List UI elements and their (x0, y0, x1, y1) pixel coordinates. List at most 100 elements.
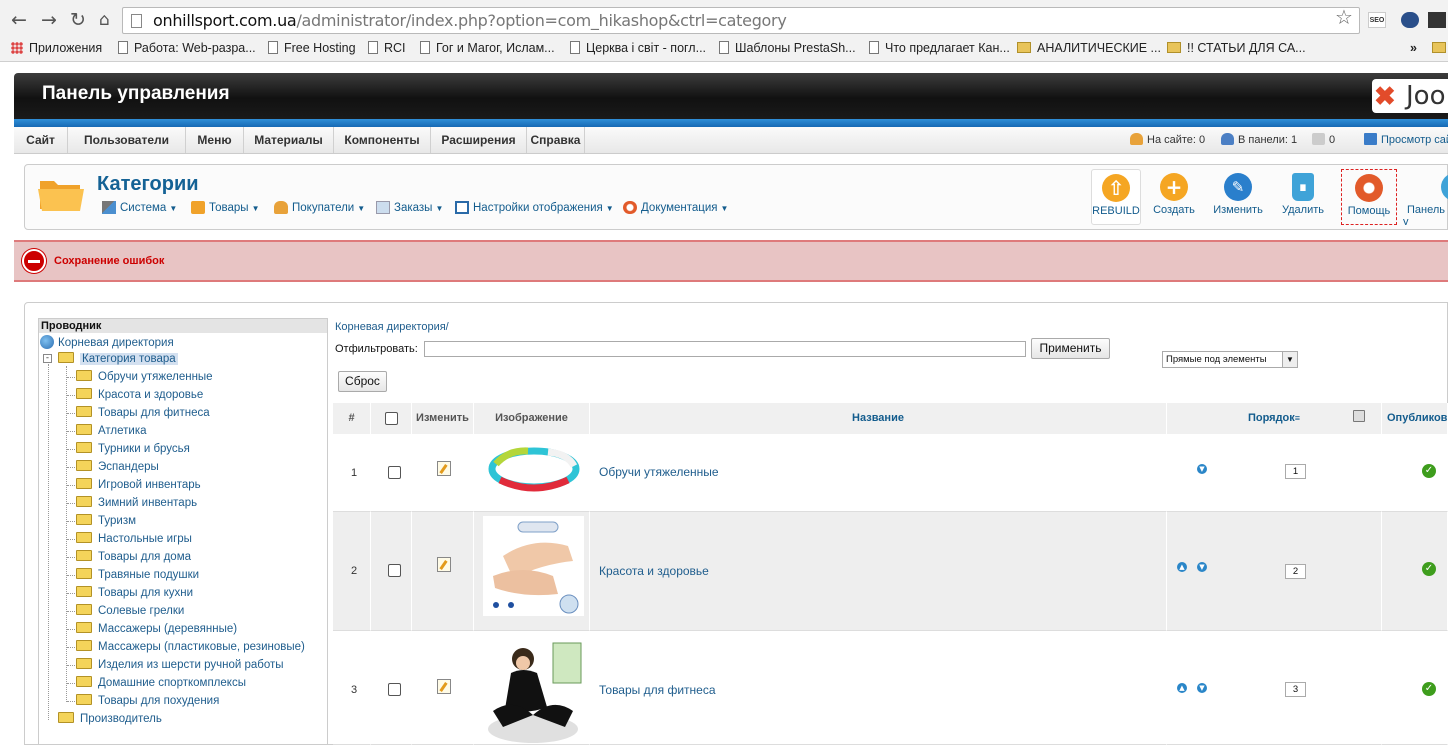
hoop-image[interactable] (488, 444, 580, 494)
tree-node-manufacturer[interactable]: Производитель (58, 712, 162, 726)
extension-icon-2[interactable] (1428, 12, 1446, 28)
menu-menus[interactable]: Меню (186, 127, 244, 153)
scope-select[interactable]: Прямые под элементы ▼ (1162, 351, 1298, 368)
submenu-system[interactable]: Система ▼ (102, 201, 177, 214)
submenu-products[interactable]: Товары ▼ (191, 201, 259, 214)
tree-node-subcategory[interactable]: Изделия из шерсти ручной работы (76, 658, 284, 672)
submenu-customers[interactable]: Покупатели ▼ (274, 201, 365, 214)
bookmark-item[interactable]: Работа: Web-разра... (118, 40, 256, 56)
tree-node-subcategory[interactable]: Зимний инвентарь (76, 496, 197, 510)
edit-icon[interactable] (437, 557, 451, 572)
help-button[interactable]: Помощь (1341, 169, 1397, 225)
tree-root[interactable]: Корневая директория (40, 335, 174, 350)
messages-count[interactable]: 0 (1312, 133, 1335, 146)
tree-node-subcategory[interactable]: Травяные подушки (76, 568, 199, 582)
move-down-icon[interactable]: ▼ (1197, 683, 1207, 693)
move-up-icon[interactable]: ▲ (1177, 562, 1187, 572)
tree-node-subcategory[interactable]: Товары для похудения (76, 694, 219, 708)
reload-icon[interactable]: ↻ (70, 9, 86, 31)
published-check-icon[interactable]: ✓ (1422, 562, 1436, 576)
tree-node-subcategory[interactable]: Массажеры (деревянные) (76, 622, 237, 636)
menu-help[interactable]: Справка (527, 127, 585, 153)
order-input[interactable]: 2 (1285, 564, 1306, 579)
save-order-icon[interactable] (1353, 410, 1365, 422)
fitness-image[interactable] (483, 637, 584, 743)
col-name[interactable]: Название (590, 403, 1167, 434)
tree-node-subcategory[interactable]: Товары для дома (76, 550, 191, 564)
breadcrumb[interactable]: Корневая директория/ (335, 321, 449, 333)
tree-node-subcategory[interactable]: Товары для кухни (76, 586, 193, 600)
published-check-icon[interactable]: ✓ (1422, 682, 1436, 696)
submenu-display[interactable]: Настройки отображения ▼ (455, 201, 614, 214)
menu-extensions[interactable]: Расширения (431, 127, 527, 153)
rebuild-button[interactable]: ⇧ REBUILD (1091, 169, 1141, 225)
pedi-pistol-image[interactable] (483, 516, 584, 616)
bookmark-item[interactable]: RCI (368, 40, 406, 56)
menu-site[interactable]: Сайт (14, 127, 68, 153)
bookmark-folder[interactable]: АНАЛИТИЧЕСКИЕ ... (1017, 40, 1161, 56)
bookmark-apps[interactable]: Приложения (11, 40, 102, 56)
menu-components[interactable]: Компоненты (334, 127, 431, 153)
select-all-checkbox[interactable] (385, 412, 398, 425)
menu-content[interactable]: Материалы (244, 127, 334, 153)
reset-button[interactable]: Сброс (338, 371, 387, 392)
tree-node-subcategory[interactable]: Атлетика (76, 424, 147, 438)
view-site-link[interactable]: Просмотр сайта (1364, 133, 1448, 146)
tree-node-subcategory[interactable]: Турники и брусья (76, 442, 190, 456)
row-name-link[interactable]: Красота и здоровье (599, 564, 709, 578)
bookmark-folder[interactable] (1432, 40, 1448, 56)
row-checkbox[interactable] (388, 564, 401, 577)
panel-button[interactable]: Панель у (1403, 169, 1448, 225)
tree-node-subcategory[interactable]: Игровой инвентарь (76, 478, 201, 492)
edit-icon[interactable] (437, 679, 451, 694)
edit-button[interactable]: ✎ Изменить (1207, 169, 1269, 225)
published-check-icon[interactable]: ✓ (1422, 464, 1436, 478)
bookmark-folder[interactable]: !! СТАТЬИ ДЛЯ СА... (1167, 40, 1306, 56)
col-published[interactable]: Опубликов (1382, 403, 1448, 434)
back-icon[interactable]: ← (11, 9, 27, 31)
tree-node-subcategory[interactable]: Массажеры (пластиковые, резиновые) (76, 640, 305, 654)
tree-node-subcategory[interactable]: Домашние спорткомплексы (76, 676, 246, 690)
menu-users[interactable]: Пользователи (68, 127, 186, 153)
submenu-orders[interactable]: Заказы ▼ (376, 201, 443, 214)
tree-node-subcategory[interactable]: Красота и здоровье (76, 388, 203, 402)
bookmark-item[interactable]: Гог и Магог, Ислам... (420, 40, 555, 56)
row-published-cell: ✓ (1382, 512, 1448, 631)
row-name-link[interactable]: Обручи утяжеленные (599, 465, 719, 479)
order-input[interactable]: 3 (1285, 682, 1306, 697)
seo-extension-icon[interactable]: SEO (1368, 12, 1386, 28)
tree-node-subcategory[interactable]: Эспандеры (76, 460, 159, 474)
home-icon[interactable]: ⌂ (99, 9, 110, 31)
tree-node-subcategory[interactable]: Солевые грелки (76, 604, 184, 618)
edit-icon[interactable] (437, 461, 451, 476)
apply-button[interactable]: Применить (1031, 338, 1110, 359)
bookmark-item[interactable]: Что предлагает Кан... (869, 40, 1010, 56)
bookmark-item[interactable]: Шаблоны PrestaSh... (719, 40, 856, 56)
tree-node-subcategory[interactable]: Туризм (76, 514, 136, 528)
delete-button[interactable]: ∎ Удалить (1275, 169, 1331, 225)
tree-node-subcategory[interactable]: Товары для фитнеса (76, 406, 210, 420)
filter-input[interactable] (424, 341, 1026, 357)
bookmarks-more[interactable]: » (1410, 40, 1417, 56)
move-up-icon[interactable]: ▲ (1177, 683, 1187, 693)
row-checkbox[interactable] (388, 466, 401, 479)
collapse-toggle-icon[interactable]: - (43, 354, 52, 363)
tree-node-category[interactable]: Категория товара (58, 352, 178, 366)
extension-icon[interactable] (1401, 12, 1419, 28)
col-order[interactable]: Порядок≡ (1167, 403, 1382, 434)
bookmark-item[interactable]: Церква і світ - погл... (570, 40, 706, 56)
create-button[interactable]: + Создать (1147, 169, 1201, 225)
submenu-docs[interactable]: Документация ▼ (623, 201, 728, 214)
tree-connector (67, 449, 75, 450)
tree-node-subcategory[interactable]: Обручи утяжеленные (76, 370, 213, 384)
row-checkbox[interactable] (388, 683, 401, 696)
address-bar[interactable]: onhillsport.com.ua/administrator/index.p… (122, 7, 1360, 34)
forward-icon[interactable]: → (41, 9, 57, 31)
tree-node-subcategory[interactable]: Настольные игры (76, 532, 192, 546)
bookmark-item[interactable]: Free Hosting (268, 40, 356, 56)
row-name-link[interactable]: Товары для фитнеса (599, 683, 716, 697)
order-input[interactable]: 1 (1285, 464, 1306, 479)
move-down-icon[interactable]: ▼ (1197, 562, 1207, 572)
move-down-icon[interactable]: ▼ (1197, 464, 1207, 474)
bookmark-star-icon[interactable]: ☆ (1335, 5, 1353, 29)
